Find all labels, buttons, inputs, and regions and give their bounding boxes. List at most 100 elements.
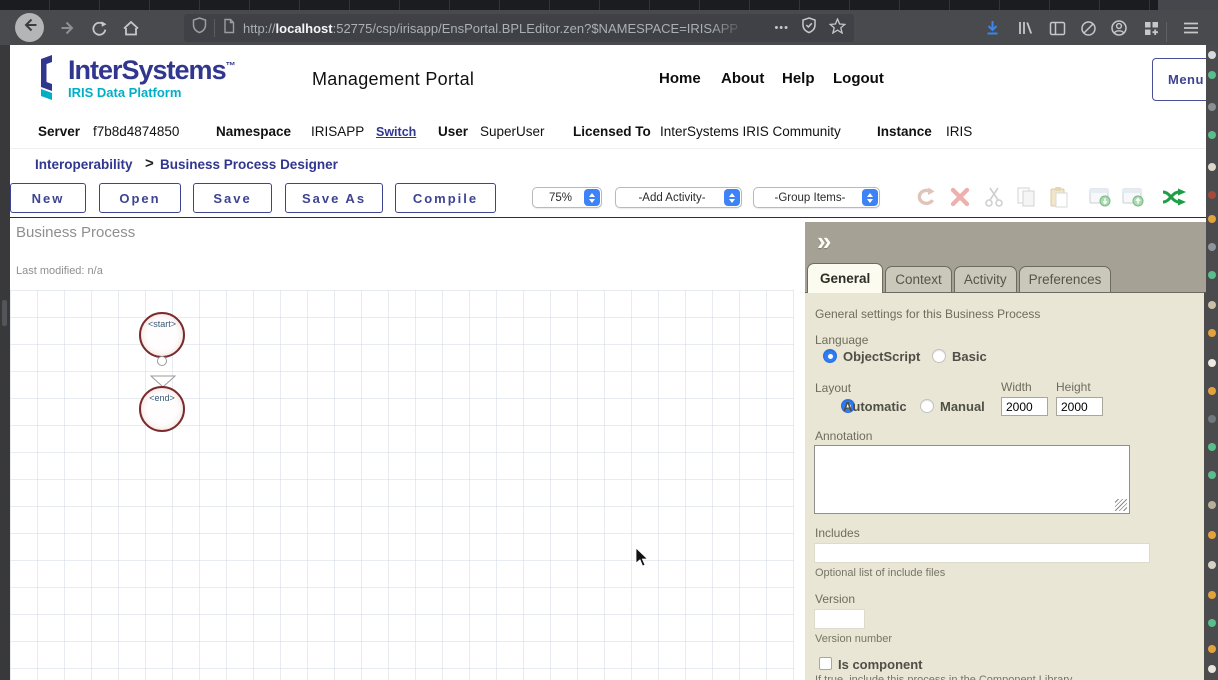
bookmark-star-icon[interactable] — [828, 16, 847, 39]
tab-general[interactable]: General — [807, 263, 884, 293]
dock-app-icon — [1208, 131, 1216, 139]
compile-button[interactable]: Compile — [395, 183, 496, 213]
user-value: SuperUser — [480, 124, 545, 139]
tracking-shield-icon[interactable] — [801, 17, 817, 39]
page-actions-icon[interactable]: ••• — [774, 22, 789, 34]
dock-app-icon — [1208, 471, 1216, 479]
is-component-hint: If true, include this process in the Com… — [815, 674, 1073, 680]
import-icon[interactable] — [1121, 185, 1145, 209]
language-objectscript-radio[interactable] — [823, 349, 837, 363]
url-text[interactable]: http://localhost:52775/csp/irisapp/EnsPo… — [243, 21, 768, 36]
is-component-label[interactable]: Is component — [838, 657, 923, 672]
collapse-panel-icon[interactable]: » — [817, 226, 831, 257]
dock-app-icon — [1208, 645, 1216, 653]
nav-link-logout[interactable]: Logout — [833, 70, 884, 87]
portal-page: InterSystems™ IRIS Data Platform Managem… — [10, 45, 1206, 680]
layout-manual-radio[interactable] — [920, 399, 934, 413]
instance-value: IRIS — [946, 124, 973, 139]
tab-context[interactable]: Context — [885, 266, 952, 293]
nav-link-help[interactable]: Help — [782, 70, 815, 87]
dock-app-icon — [1208, 191, 1216, 199]
browser-tab-strip[interactable] — [0, 0, 1218, 10]
includes-label: Includes — [815, 526, 860, 540]
breadcrumb-interoperability[interactable]: Interoperability — [35, 157, 133, 172]
layout-automatic-label[interactable]: Automatic — [843, 399, 907, 414]
undo-icon[interactable] — [913, 185, 937, 209]
tab-activity[interactable]: Activity — [953, 266, 1017, 293]
licensed-label: Licensed To — [573, 124, 651, 139]
language-basic-label[interactable]: Basic — [952, 349, 987, 364]
annotation-label: Annotation — [815, 429, 873, 443]
content-blocker-icon[interactable] — [1079, 19, 1097, 37]
version-label: Version — [815, 592, 856, 606]
home-icon[interactable] — [122, 19, 140, 37]
height-input[interactable] — [1056, 397, 1103, 416]
tab-preferences[interactable]: Preferences — [1018, 266, 1112, 293]
nav-link-about[interactable]: About — [721, 70, 764, 87]
language-basic-radio[interactable] — [932, 349, 946, 363]
start-node[interactable]: <start> — [139, 312, 185, 358]
dock-app-icon — [1208, 71, 1216, 79]
save-as-button[interactable]: Save As — [285, 183, 383, 213]
dock-app-icon — [1208, 103, 1216, 111]
textarea-resize-grip[interactable] — [1115, 499, 1127, 511]
dock-app-icon — [1208, 665, 1216, 673]
logo-mark-icon — [41, 55, 52, 100]
extensions-icon[interactable] — [1142, 19, 1160, 37]
back-button[interactable] — [15, 13, 44, 42]
includes-input[interactable] — [814, 543, 1150, 563]
active-browser-tab[interactable] — [1158, 0, 1218, 10]
layout-manual-label[interactable]: Manual — [940, 399, 985, 414]
language-label: Language — [815, 333, 869, 347]
height-label: Height — [1056, 380, 1091, 394]
export-icon[interactable] — [1088, 185, 1112, 209]
namespace-value: IRISAPP — [311, 124, 365, 139]
annotation-textarea[interactable] — [814, 445, 1130, 514]
language-objectscript-label[interactable]: ObjectScript — [843, 349, 920, 364]
page-info-icon[interactable] — [222, 18, 236, 39]
download-icon[interactable] — [983, 19, 1001, 37]
menu-icon[interactable] — [1182, 19, 1200, 37]
end-node[interactable]: <end> — [139, 386, 185, 432]
permissions-shield-icon[interactable] — [192, 17, 207, 39]
cut-icon[interactable] — [982, 185, 1006, 209]
copy-icon[interactable] — [1014, 185, 1038, 209]
logo-subtitle: IRIS Data Platform — [68, 85, 182, 100]
menu-button[interactable]: Menu — [1152, 58, 1206, 101]
start-node-label: <start> — [147, 319, 176, 329]
select-stepper-icon — [724, 189, 740, 206]
connector-port[interactable] — [157, 356, 167, 366]
includes-hint: Optional list of include files — [815, 567, 946, 579]
namespace-label: Namespace — [216, 124, 292, 139]
save-button[interactable]: Save — [193, 183, 272, 213]
open-button[interactable]: Open — [99, 183, 181, 213]
diagram-canvas[interactable] — [10, 290, 794, 680]
switch-namespace-link[interactable]: Switch — [376, 125, 416, 139]
sidebar-icon[interactable] — [1048, 19, 1066, 37]
back-icon — [22, 17, 38, 38]
url-bar[interactable]: http://localhost:52775/csp/irisapp/EnsPo… — [184, 14, 854, 42]
library-icon[interactable] — [1016, 19, 1034, 37]
dock-app-icon — [1208, 243, 1216, 251]
version-hint: Version number — [815, 633, 893, 645]
version-input[interactable] — [814, 609, 865, 629]
mouse-cursor — [635, 548, 649, 567]
layout-label: Layout — [815, 381, 852, 395]
group-swap-icon[interactable] — [1160, 185, 1186, 209]
is-component-checkbox[interactable] — [819, 657, 832, 670]
new-button[interactable]: New — [10, 183, 86, 213]
intersystems-logo[interactable]: InterSystems™ IRIS Data Platform — [36, 53, 236, 101]
add-activity-select[interactable]: -Add Activity- — [615, 187, 742, 208]
editor-toolbar: New Open Save Save As Compile 75% -Add A… — [10, 178, 1206, 218]
delete-icon[interactable] — [948, 185, 972, 209]
group-items-select[interactable]: -Group Items- — [753, 187, 880, 208]
nav-link-home[interactable]: Home — [659, 70, 701, 87]
dock-app-icon — [1208, 619, 1216, 627]
zoom-select[interactable]: 75% — [532, 187, 602, 208]
forward-icon[interactable] — [58, 19, 76, 37]
width-input[interactable] — [1001, 397, 1048, 416]
reload-icon[interactable] — [90, 19, 108, 37]
account-icon[interactable] — [1110, 19, 1128, 37]
paste-icon[interactable] — [1047, 185, 1071, 209]
panel-body: General settings for this Business Proce… — [805, 292, 1206, 680]
